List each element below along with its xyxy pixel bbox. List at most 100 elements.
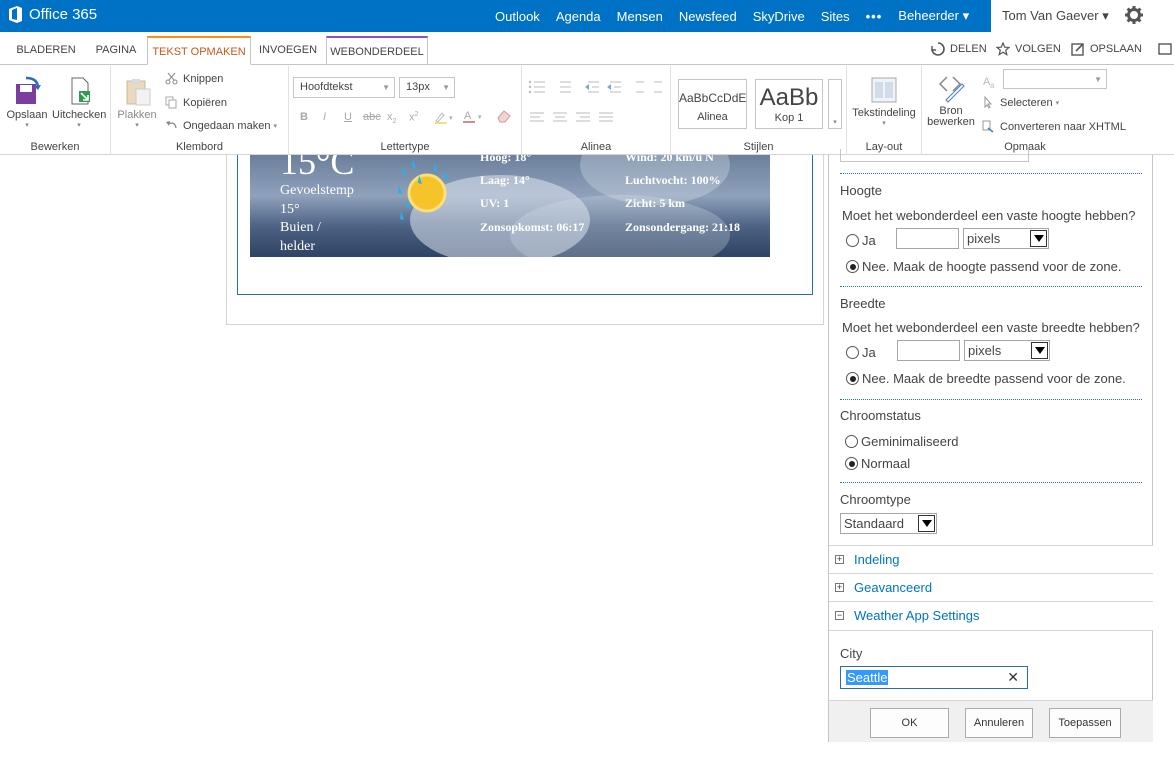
follow-action[interactable]: VOLGEN <box>996 42 1061 56</box>
strikethrough-button[interactable]: abc <box>363 111 381 123</box>
chroomtype-label: Chroomtype <box>840 492 911 507</box>
brand-label: Office 365 <box>29 6 98 23</box>
style-kop1[interactable]: AaBb Kop 1 <box>755 79 823 129</box>
font-size-select[interactable]: 13px ▼ <box>399 77 455 98</box>
selecteren-button[interactable]: Selecteren ▾ <box>982 96 1059 109</box>
focus-action[interactable] <box>1158 42 1174 56</box>
tekstindeling-button[interactable]: Tekstindeling ▾ <box>849 76 919 127</box>
hoogte-unit-select[interactable]: pixels <box>963 228 1049 249</box>
toepassen-button[interactable]: Toepassen <box>1049 708 1121 738</box>
bron-bewerken-label: Bron bewerken <box>927 105 975 128</box>
tab-webonderdeel[interactable]: WEBONDERDEEL <box>326 36 428 65</box>
breedte-ja-radio[interactable] <box>846 346 859 359</box>
converteren-button[interactable]: Converteren naar XHTML <box>982 120 1126 133</box>
checkout-icon <box>71 77 90 105</box>
nav-skydrive[interactable]: SkyDrive <box>753 9 805 24</box>
chroomtype-select[interactable]: Standaard <box>840 513 937 534</box>
city-label: City <box>840 646 863 661</box>
font-value: Hoofdtekst <box>300 81 353 93</box>
group-klembord-title: Klembord <box>175 141 224 153</box>
bold-button[interactable]: B <box>300 111 308 123</box>
weather-uv: UV: 1 <box>480 196 510 210</box>
underline-button[interactable]: U <box>344 111 352 123</box>
nav-more[interactable]: ••• <box>866 9 883 24</box>
uitchecken-label: Uitchecken <box>52 109 107 121</box>
uitchecken-button[interactable]: Uitchecken ▾ <box>52 76 106 129</box>
alignment-buttons-icon[interactable] <box>528 111 668 125</box>
user-menu[interactable]: Tom Van Gaever ▾ <box>1002 8 1109 24</box>
markup-styles-select[interactable]: ▼ <box>1003 69 1107 89</box>
nav-agenda[interactable]: Agenda <box>556 9 601 24</box>
weather-condition-line1: Buien / <box>280 220 321 235</box>
webpart-tool-pane: Hoogte Moet het webonderdeel een vaste h… <box>828 149 1153 742</box>
section-weather-settings[interactable]: − Weather App Settings <box>829 601 1153 631</box>
clear-format-button[interactable] <box>495 109 513 127</box>
weather-laag: Laag: 14° <box>480 173 530 187</box>
weather-webpart: 15°C Gevoelstemp 15° Buien / helder Hoog… <box>250 155 770 257</box>
ongedaan-button[interactable]: Ongedaan maken ▾ <box>165 119 277 132</box>
svg-text:▾: ▾ <box>449 115 453 122</box>
breedte-nee-radio[interactable] <box>846 372 859 385</box>
group-bewerken-title: Bewerken <box>30 141 80 153</box>
style-alinea[interactable]: AaBbCcDdE Alinea <box>678 79 747 129</box>
hoogte-ja-radio[interactable] <box>846 234 859 247</box>
clear-icon[interactable]: ✕ <box>1007 669 1019 686</box>
suite-bar: Office 365 Outlook Agenda Mensen Newsfee… <box>0 0 1174 32</box>
tab-bladeren[interactable]: BLADEREN <box>10 36 82 65</box>
paste-icon <box>126 79 151 106</box>
normaal-radio[interactable] <box>845 457 858 470</box>
tab-pagina[interactable]: PAGINA <box>84 36 148 65</box>
kopieren-button[interactable]: Kopiëren <box>165 96 227 109</box>
font-color-button[interactable]: A ▾ <box>462 109 486 127</box>
text-layout-icon <box>871 77 897 103</box>
nav-sites[interactable]: Sites <box>821 9 850 24</box>
expand-icon: + <box>835 554 844 564</box>
sun-rain-icon <box>398 159 448 220</box>
geminimaliseerd-label: Geminimaliseerd <box>861 434 959 449</box>
nav-mensen[interactable]: Mensen <box>617 9 663 24</box>
italic-button[interactable]: I <box>323 111 326 123</box>
styles-scroll[interactable]: ▾ <box>828 79 842 129</box>
geminimaliseerd-radio[interactable] <box>845 435 858 448</box>
language-icon[interactable]: Aa <box>982 73 998 89</box>
gear-icon[interactable] <box>1125 6 1143 24</box>
bron-bewerken-button[interactable]: Bron bewerken <box>926 73 976 128</box>
opslaan-button[interactable]: Opslaan ▾ <box>4 76 50 129</box>
nav-outlook[interactable]: Outlook <box>495 9 540 24</box>
superscript-button[interactable]: x2 <box>409 111 418 124</box>
subscript-button[interactable]: x2 <box>387 111 396 125</box>
collapse-icon: − <box>835 610 844 620</box>
plakken-button[interactable]: Plakken ▾ <box>115 76 159 129</box>
highlight-button[interactable]: ▾ <box>434 110 456 127</box>
save-action[interactable]: OPSLAAN <box>1071 42 1142 56</box>
ribbon: Opslaan ▾ Uitchecken ▾ Bewerken Plakken … <box>0 66 1174 155</box>
ok-button[interactable]: OK <box>870 708 949 738</box>
office365-brand[interactable]: Office 365 <box>8 6 97 23</box>
section-geavanceerd[interactable]: + Geavanceerd <box>829 573 1153 601</box>
group-alinea: Alinea <box>522 66 671 155</box>
group-opmaak: Bron bewerken Aa ▼ Selecteren ▾ Converte… <box>922 66 1128 155</box>
save-edit-icon <box>1071 43 1084 56</box>
font-select[interactable]: Hoofdtekst ▼ <box>293 77 395 98</box>
tab-invoegen[interactable]: INVOEGEN <box>252 36 324 65</box>
hoogte-input[interactable] <box>896 228 959 249</box>
annuleren-button[interactable]: Annuleren <box>965 708 1033 738</box>
nav-beheerder[interactable]: Beheerder ▾ <box>898 8 969 24</box>
weather-temperature: 15°C <box>280 155 355 182</box>
share-icon <box>931 42 945 56</box>
nav-newsfeed[interactable]: Newsfeed <box>679 9 737 24</box>
city-input[interactable]: Seattle ✕ <box>840 666 1028 689</box>
hoogte-nee-radio[interactable] <box>846 260 859 273</box>
knippen-button[interactable]: Knippen <box>165 72 223 85</box>
section-indeling[interactable]: + Indeling <box>829 545 1153 573</box>
weather-zonsondergang: Zonsondergang: 21:18 <box>625 220 741 234</box>
share-action[interactable]: DELEN <box>931 42 987 56</box>
group-lettertype: Hoofdtekst ▼ 13px ▼ B I U abc x2 x2 ▾ A ▾ L… <box>289 66 522 155</box>
breedte-unit-select[interactable]: pixels <box>964 340 1050 361</box>
list-buttons-icon[interactable] <box>528 79 668 95</box>
title-field[interactable] <box>840 149 1029 162</box>
convert-icon <box>982 120 994 133</box>
breedte-input[interactable] <box>897 340 960 361</box>
tab-tekst-opmaken[interactable]: TEKST OPMAKEN <box>147 36 251 65</box>
undo-icon <box>166 121 177 129</box>
